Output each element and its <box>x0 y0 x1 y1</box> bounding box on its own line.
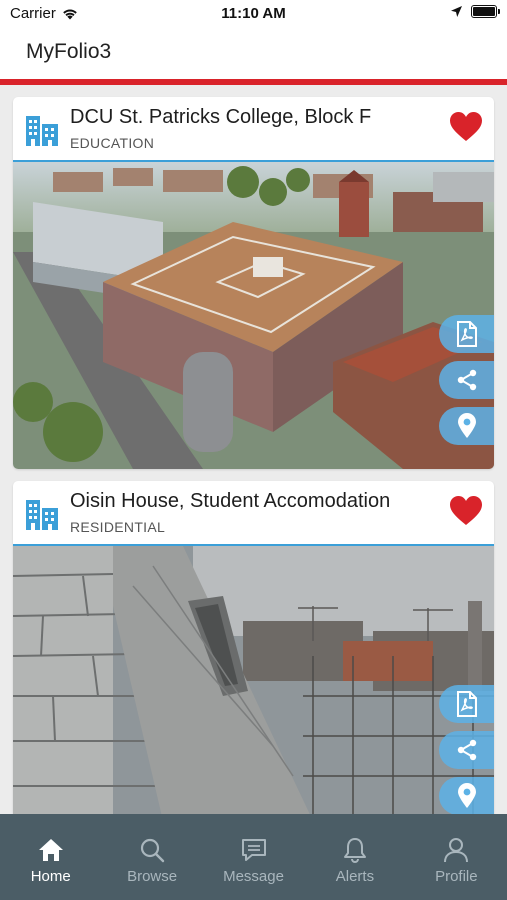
share-button[interactable] <box>439 731 494 769</box>
project-card[interactable]: Oisin House, Student Accomodation RESIDE… <box>13 481 494 814</box>
app-header: MyFolio3 <box>0 28 507 79</box>
tab-label: Profile <box>435 868 478 885</box>
heart-icon[interactable] <box>449 111 483 143</box>
message-icon <box>241 839 266 861</box>
building-icon <box>26 116 58 146</box>
pdf-icon <box>456 321 477 347</box>
clock: 11:10 AM <box>221 5 286 22</box>
app-title: MyFolio3 <box>26 40 112 63</box>
location-pin-icon <box>457 413 476 438</box>
project-photo[interactable] <box>13 546 494 814</box>
bell-icon <box>343 838 366 863</box>
project-title[interactable]: DCU St. Patricks College, Block F <box>70 106 371 129</box>
tab-alerts[interactable]: Alerts <box>304 814 405 900</box>
location-arrow-icon <box>451 6 462 17</box>
tab-label: Alerts <box>335 868 375 885</box>
home-icon <box>38 839 63 861</box>
share-icon <box>457 739 476 761</box>
tab-label: Home <box>30 868 71 885</box>
pdf-button[interactable] <box>439 685 494 723</box>
card-header: DCU St. Patricks College, Block F EDUCAT… <box>13 97 494 162</box>
tab-label: Browse <box>127 868 178 885</box>
project-category: EDUCATION <box>70 135 155 151</box>
heart-icon[interactable] <box>449 495 483 527</box>
pdf-button[interactable] <box>439 315 494 353</box>
tab-browse[interactable]: Browse <box>101 814 202 900</box>
tab-label: Message <box>223 868 284 885</box>
building-icon <box>26 500 58 530</box>
project-photo[interactable] <box>13 162 494 469</box>
share-button[interactable] <box>439 361 494 399</box>
location-button[interactable] <box>439 407 494 445</box>
search-icon <box>141 838 165 863</box>
project-feed[interactable]: DCU St. Patricks College, Block F EDUCAT… <box>0 85 507 814</box>
project-category: RESIDENTIAL <box>70 519 166 535</box>
share-icon <box>457 369 476 391</box>
bottom-tab-bar: Home Browse Message Alerts Profile <box>0 814 507 900</box>
tab-message[interactable]: Message <box>203 814 304 900</box>
tab-home[interactable]: Home <box>0 814 101 900</box>
tab-profile[interactable]: Profile <box>406 814 507 900</box>
person-icon <box>444 838 469 863</box>
pdf-icon <box>456 691 477 717</box>
project-title[interactable]: Oisin House, Student Accomodation <box>70 490 390 513</box>
card-header: Oisin House, Student Accomodation RESIDE… <box>13 481 494 546</box>
project-card[interactable]: DCU St. Patricks College, Block F EDUCAT… <box>13 97 494 469</box>
location-pin-icon <box>457 783 476 808</box>
location-button[interactable] <box>439 777 494 814</box>
status-bar: Carrier 11:10 AM <box>0 0 507 28</box>
battery-icon <box>471 5 500 18</box>
